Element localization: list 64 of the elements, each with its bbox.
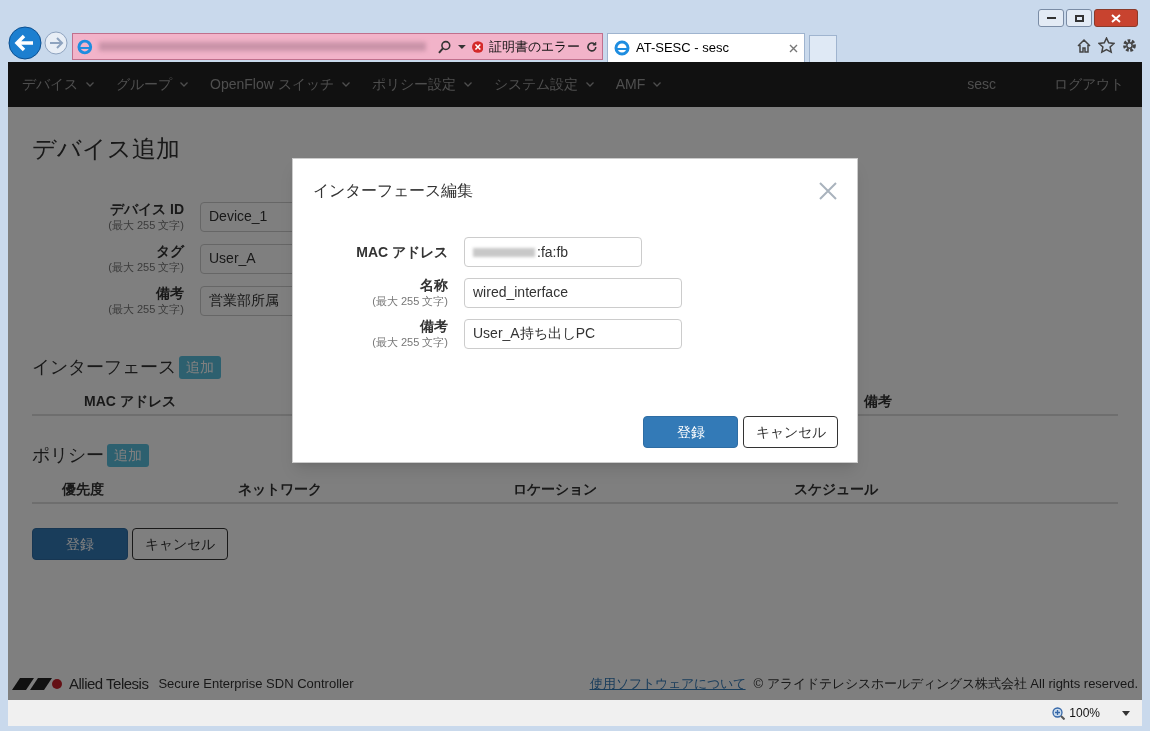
field-label: デバイス ID: [110, 201, 184, 218]
brand-name: Allied Telesis: [69, 673, 149, 694]
section-heading: ポリシー: [32, 444, 104, 467]
browser-tab[interactable]: AT-SESC - sesc: [607, 33, 805, 62]
nav-menu-item[interactable]: グループ: [116, 74, 188, 95]
field-label: 名称: [420, 277, 448, 294]
error-icon: [471, 40, 484, 53]
column-header: スケジュール: [794, 480, 878, 499]
back-icon[interactable]: [8, 26, 42, 60]
maximize-button[interactable]: [1066, 9, 1092, 27]
close-button[interactable]: [1094, 9, 1138, 27]
dialog-title: インターフェース編集: [313, 181, 473, 201]
user-name: sesc: [967, 75, 996, 94]
input-field[interactable]: :fa:fb: [464, 237, 642, 267]
caret-icon[interactable]: [1122, 710, 1130, 716]
column-header: ロケーション: [513, 480, 597, 499]
product-name: Secure Enterprise SDN Controller: [158, 675, 354, 694]
column-header: 優先度: [62, 480, 104, 499]
nav-menu-item[interactable]: OpenFlow スイッチ: [210, 74, 350, 95]
field-label: MAC アドレス: [356, 243, 448, 261]
zoom-icon[interactable]: [1052, 706, 1066, 720]
submit-button[interactable]: 登録: [32, 528, 128, 560]
logo-icon: [12, 678, 65, 690]
browser-icon: [614, 40, 630, 56]
submit-button[interactable]: 登録: [643, 416, 738, 448]
section-heading: インターフェース: [32, 356, 176, 379]
close-icon: [1111, 13, 1121, 23]
software-link[interactable]: 使用ソフトウェアについて: [589, 674, 746, 694]
nav-menu-item[interactable]: AMF: [615, 74, 662, 95]
field-label: 備考: [420, 318, 448, 335]
nav-menu-item[interactable]: デバイス: [22, 74, 94, 95]
browser-icon: [77, 38, 93, 55]
cancel-button[interactable]: キャンセル: [743, 416, 838, 448]
field-label: 備考: [156, 285, 184, 302]
add-button[interactable]: 追加: [107, 444, 149, 467]
refresh-icon[interactable]: [586, 40, 598, 53]
field-hint: (最大 255 文字): [372, 335, 448, 349]
address-bar[interactable]: 証明書のエラー: [72, 33, 603, 60]
nav-menu-item[interactable]: ポリシー設定: [371, 74, 472, 95]
field-hint: (最大 255 文字): [108, 260, 184, 274]
home-icon[interactable]: [1076, 37, 1092, 54]
star-icon[interactable]: [1098, 37, 1115, 54]
cancel-button[interactable]: キャンセル: [132, 528, 228, 560]
field-hint: (最大 255 文字): [108, 302, 184, 316]
search-icon[interactable]: [438, 39, 452, 54]
certificate-error-text[interactable]: 証明書のエラー: [489, 36, 581, 57]
column-header: 備考: [864, 392, 892, 411]
copyright-text: © アライドテレシスホールディングス株式会社 All rights reserved.: [753, 675, 1138, 694]
nav-menu-item[interactable]: システム設定: [493, 74, 594, 95]
column-header: MAC アドレス: [84, 392, 176, 411]
settings-icon[interactable]: [1121, 37, 1138, 54]
blurred-text-drawing: [473, 247, 535, 257]
field-hint: (最大 255 文字): [372, 294, 448, 308]
zoom-level[interactable]: 100%: [1069, 704, 1100, 722]
column-header: ネットワーク: [238, 480, 322, 499]
close-icon[interactable]: [789, 43, 798, 53]
input-field[interactable]: wired_interface: [464, 277, 682, 308]
field-hint: (最大 255 文字): [108, 218, 184, 232]
input-field[interactable]: User_A持ち出しPC: [464, 318, 682, 349]
field-label: タグ: [156, 243, 184, 260]
add-button[interactable]: 追加: [179, 356, 221, 379]
page-title: デバイス追加: [32, 134, 181, 164]
caret-icon[interactable]: [457, 43, 466, 50]
minimize-button[interactable]: [1038, 9, 1064, 27]
